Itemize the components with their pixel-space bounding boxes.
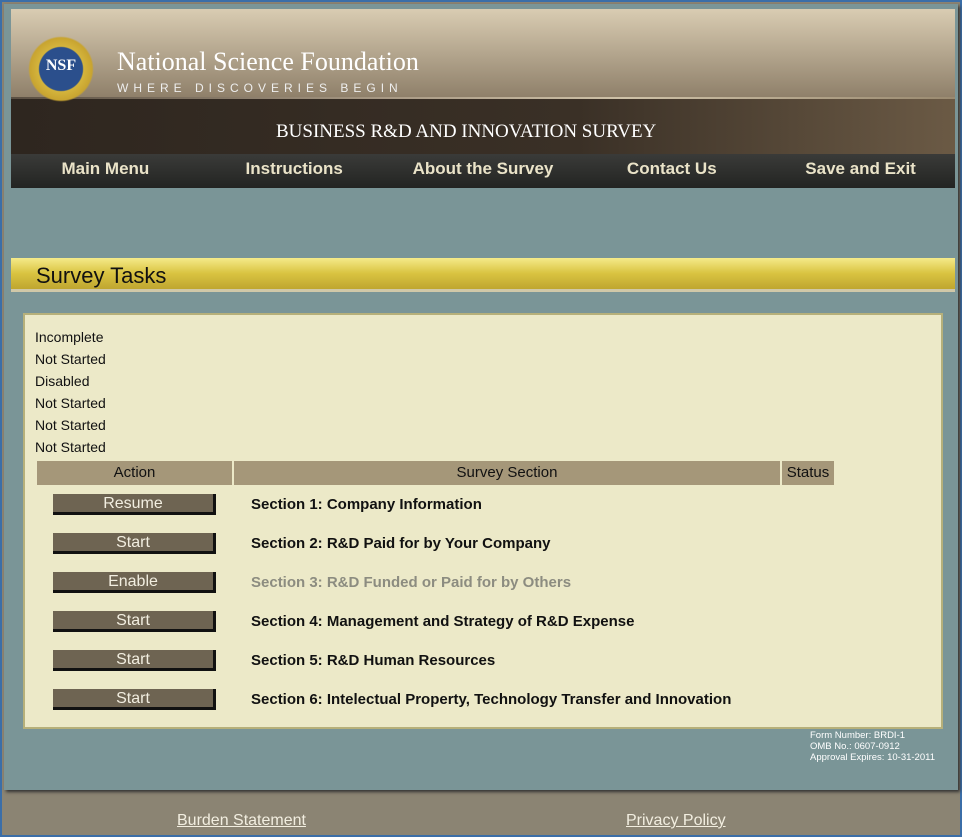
table-row: Resume Section 1: Company Information [37,485,836,524]
nav-bar: Main Menu Instructions About the Survey … [11,154,955,188]
page-title: Survey Tasks [36,263,167,288]
status-text: Disabled [35,373,90,389]
start-button[interactable]: Start [53,650,216,671]
header-status: Status [782,461,834,485]
section-label: Section 5: R&D Human Resources [251,652,496,669]
page-title-bar: Survey Tasks [11,258,955,292]
nav-instructions[interactable]: Instructions [200,154,389,188]
header-action: Action [37,461,232,485]
section-label: Section 4: Management and Strategy of R&… [251,613,635,630]
burden-statement-link[interactable]: Burden Statement [177,812,306,830]
table-row: Start Section 2: R&D Paid for by Your Com… [37,524,836,563]
org-name: National Science Foundation [117,47,419,76]
table-row: Start Section 5: R&D Human Resources [37,641,836,680]
table-row: Enable Section 3: R&D Funded or Paid for … [37,563,836,602]
start-button[interactable]: Start [53,689,216,710]
start-button[interactable]: Start [53,611,216,632]
table-row: Start Section 6: Intelectual Property, Te… [37,680,836,719]
tagline: WHERE DISCOVERIES BEGIN [117,81,403,95]
survey-title: BUSINESS R&D AND INNOVATION SURVEY [276,121,657,142]
start-button[interactable]: Start [53,533,216,554]
status-text: Not Started [35,417,106,433]
enable-button[interactable]: Enable [53,572,216,593]
section-label: Section 2: R&D Paid for by Your Company [251,535,551,552]
section-label: Section 3: R&D Funded or Paid for by Oth… [251,574,572,591]
nav-main-menu[interactable]: Main Menu [11,154,200,188]
status-text: Not Started [35,439,106,455]
status-text: Not Started [35,351,106,367]
nsf-logo: NSF [21,29,101,109]
header-section: Survey Section [234,461,780,485]
resume-button[interactable]: Resume [53,494,216,515]
privacy-policy-link[interactable]: Privacy Policy [626,812,726,830]
tasks-panel: Incomplete Not Started Disabled Not Star… [23,313,943,729]
nav-about[interactable]: About the Survey [389,154,578,188]
table-row: Start Section 4: Management and Strategy … [37,602,836,641]
header-banner: NSF National Science Foundation WHERE DI… [11,9,955,154]
status-text: Not Started [35,395,106,411]
main-area: NSF National Science Foundation WHERE DI… [4,4,958,790]
section-label: Section 1: Company Information [251,496,482,513]
tasks-table: Action Survey Section Status Resume Secti… [37,461,836,719]
form-info: Form Number: BRDI-1 OMB No.: 0607-0912 A… [810,730,935,763]
nav-save-exit[interactable]: Save and Exit [766,154,955,188]
nav-contact[interactable]: Contact Us [577,154,766,188]
section-label: Section 6: Intelectual Property, Technol… [251,691,732,708]
status-text: Incomplete [35,329,104,345]
